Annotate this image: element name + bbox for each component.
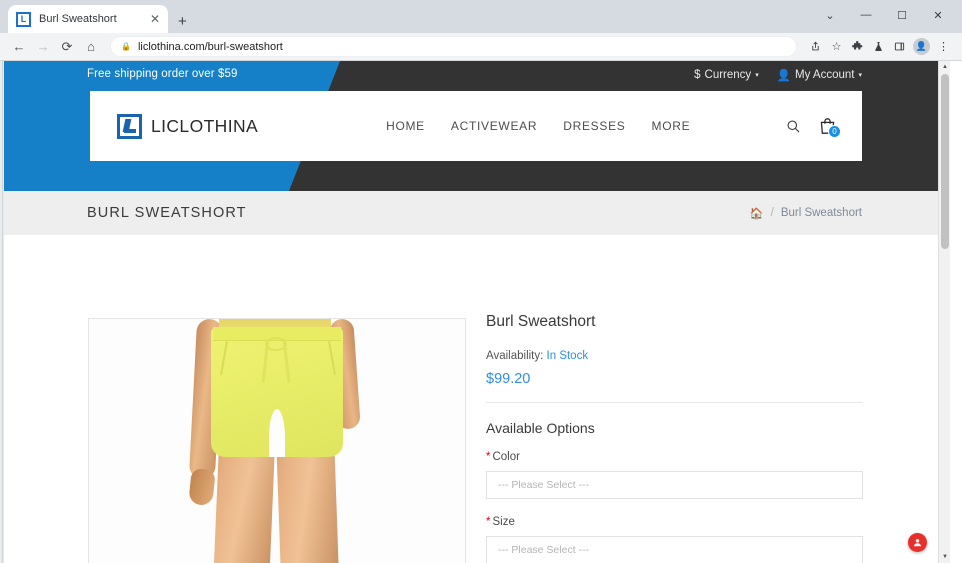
my-account-label: My Account — [795, 69, 855, 81]
header-actions: 0 — [786, 117, 841, 138]
nav-item-activewear[interactable]: ACTIVEWEAR — [451, 119, 537, 133]
chevron-down-icon: ▾ — [858, 72, 862, 79]
tab-title: Burl Sweatshort — [39, 13, 117, 25]
maximize-button[interactable]: ☐ — [884, 2, 920, 28]
required-asterisk: * — [486, 516, 491, 528]
browser-toolbar: ← → ⟳ ⌂ 🔒 liclothina.com/burl-sweatshort… — [0, 33, 962, 61]
close-window-button[interactable]: ✕ — [920, 2, 956, 28]
product-image-canvas — [89, 319, 465, 563]
browser-window: L Burl Sweatshort ✕ + ⌄ — ☐ ✕ ← → ⟳ ⌂ 🔒 … — [0, 0, 962, 563]
page-left-edge — [0, 61, 4, 563]
brand-name: LICLOTHINA — [151, 115, 259, 136]
divider — [486, 402, 863, 403]
my-account-menu[interactable]: 👤 My Account ▾ — [777, 68, 862, 82]
size-option-label: * Size — [486, 516, 863, 528]
dollar-icon: $ — [694, 69, 701, 81]
browser-menu-icon[interactable]: ⋮ — [933, 36, 954, 57]
size-label-text: Size — [492, 516, 515, 528]
browser-tab[interactable]: L Burl Sweatshort ✕ — [8, 5, 168, 33]
page-title: BURL SWEATSHORT — [87, 205, 247, 221]
flask-icon[interactable] — [868, 36, 889, 57]
site-header: Free shipping order over $59 $ Currency … — [0, 61, 950, 191]
product-info: Burl Sweatshort Availability: In Stock $… — [486, 313, 863, 563]
extensions-puzzle-icon[interactable] — [847, 36, 868, 57]
currency-label: Currency — [704, 69, 752, 81]
scroll-down-icon[interactable]: ▼ — [939, 551, 951, 563]
address-bar[interactable]: 🔒 liclothina.com/burl-sweatshort — [110, 36, 797, 57]
breadcrumb-current[interactable]: Burl Sweatshort — [781, 207, 862, 219]
color-option-label: * Color — [486, 451, 863, 463]
cart-count-badge: 0 — [828, 125, 841, 138]
utility-nav: $ Currency ▾ 👤 My Account ▾ — [694, 68, 862, 82]
chevron-down-icon: ▾ — [755, 72, 759, 79]
toolbar-icons: ☆ 👤 ⋮ — [805, 36, 954, 57]
page-viewport: Free shipping order over $59 $ Currency … — [0, 61, 962, 563]
availability-row: Availability: In Stock — [486, 350, 863, 362]
currency-selector[interactable]: $ Currency ▾ — [694, 68, 759, 82]
required-asterisk: * — [486, 451, 491, 463]
promo-banner-text: Free shipping order over $59 — [87, 68, 238, 80]
reload-icon[interactable]: ⟳ — [56, 36, 78, 58]
home-icon[interactable]: ⌂ — [80, 36, 102, 58]
color-select[interactable]: --- Please Select --- — [486, 471, 863, 499]
side-panel-icon[interactable] — [889, 36, 910, 57]
tab-favicon-icon: L — [16, 11, 31, 27]
share-icon[interactable] — [805, 36, 826, 57]
product-title: Burl Sweatshort — [486, 313, 596, 330]
forward-icon[interactable]: → — [32, 36, 54, 58]
person-icon: 👤 — [776, 70, 792, 82]
cart-button[interactable]: 0 — [819, 117, 841, 138]
breadcrumb: 🏠 / Burl Sweatshort — [750, 207, 862, 220]
drawstring-knot — [265, 337, 287, 351]
nav-item-dresses[interactable]: DRESSES — [563, 119, 625, 133]
tab-search-icon[interactable]: ⌄ — [812, 2, 848, 28]
web-page: Free shipping order over $59 $ Currency … — [0, 61, 950, 563]
back-icon[interactable]: ← — [8, 36, 30, 58]
url-text: liclothina.com/burl-sweatshort — [137, 40, 283, 53]
availability-label: Availability: — [486, 350, 544, 362]
new-tab-button[interactable]: + — [178, 14, 187, 29]
model-hand — [188, 467, 216, 507]
search-icon[interactable] — [786, 119, 801, 134]
available-options-heading: Available Options — [486, 420, 595, 436]
lock-icon: 🔒 — [121, 42, 131, 51]
logo-mark-icon — [117, 113, 142, 139]
product-price: $99.20 — [486, 371, 531, 387]
breadcrumb-separator: / — [770, 207, 774, 219]
color-label-text: Color — [492, 451, 520, 463]
scrollbar-thumb[interactable] — [941, 74, 949, 249]
tab-close-icon[interactable]: ✕ — [150, 13, 160, 25]
breadcrumb-home-icon[interactable]: 🏠 — [750, 207, 764, 220]
breadcrumb-bar: BURL SWEATSHORT 🏠 / Burl Sweatshort — [4, 191, 950, 235]
minimize-button[interactable]: — — [848, 2, 884, 28]
support-agent-icon[interactable] — [908, 533, 927, 552]
scroll-up-icon[interactable]: ▲ — [939, 61, 951, 73]
tab-strip: L Burl Sweatshort ✕ + ⌄ — ☐ ✕ — [0, 0, 962, 33]
brand-logo[interactable]: LICLOTHINA — [117, 113, 259, 139]
header-navbar: LICLOTHINA HOME ACTIVEWEAR DRESSES MORE — [90, 91, 862, 161]
profile-avatar-icon[interactable]: 👤 — [913, 38, 930, 55]
product-content: Burl Sweatshort Availability: In Stock $… — [0, 235, 950, 563]
availability-value: In Stock — [546, 350, 589, 362]
product-image[interactable] — [88, 318, 466, 563]
nav-item-more[interactable]: MORE — [652, 119, 691, 133]
bookmark-star-icon[interactable]: ☆ — [826, 36, 847, 57]
nav-item-home[interactable]: HOME — [386, 119, 425, 133]
window-controls: ⌄ — ☐ ✕ — [812, 2, 956, 28]
size-select[interactable]: --- Please Select --- — [486, 536, 863, 563]
page-scrollbar[interactable]: ▲ ▼ — [938, 61, 950, 563]
main-navigation: HOME ACTIVEWEAR DRESSES MORE — [386, 119, 690, 133]
